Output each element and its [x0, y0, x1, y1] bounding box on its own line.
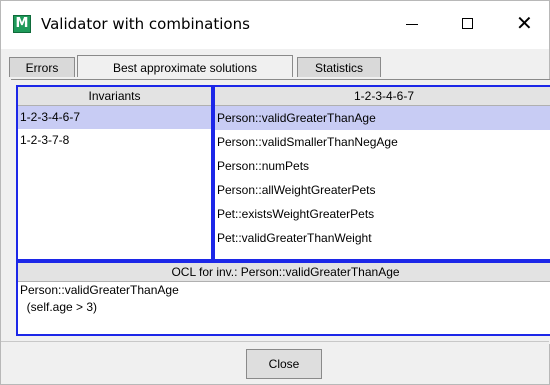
tab-best-approximate-solutions[interactable]: Best approximate solutions — [77, 55, 293, 77]
combination-item[interactable]: Pet::validGreaterThanWeight — [215, 226, 550, 250]
window-close-button[interactable]: ✕ — [501, 9, 547, 41]
maximize-icon — [462, 18, 473, 29]
ocl-line[interactable]: Person::validGreaterThanAge — [18, 282, 550, 299]
tab-errors[interactable]: Errors — [9, 57, 75, 77]
minimize-icon — [406, 24, 418, 25]
invariants-panel: Invariants 1-2-3-4-6-7 1-2-3-7-8 — [16, 85, 213, 261]
invariant-item[interactable]: 1-2-3-7-8 — [18, 129, 211, 152]
combination-header: 1-2-3-4-6-7 — [215, 87, 550, 106]
ocl-line[interactable]: (self.age > 3) — [18, 299, 550, 316]
tab-statistics[interactable]: Statistics — [297, 57, 381, 77]
maximize-button[interactable] — [445, 9, 491, 41]
tab-content: Invariants 1-2-3-4-6-7 1-2-3-7-8 1-2-3-4… — [11, 79, 550, 344]
combination-panel: 1-2-3-4-6-7 Person::validGreaterThanAge … — [213, 85, 550, 261]
combination-item[interactable]: Person::validSmallerThanNegAge — [215, 130, 550, 154]
close-button[interactable]: Close — [246, 349, 322, 379]
combination-item[interactable]: Person::validGreaterThanAge — [215, 106, 550, 130]
validator-window: M Validator with combinations ✕ Errors B… — [0, 0, 550, 385]
app-icon: M — [13, 15, 31, 33]
invariant-item[interactable]: 1-2-3-4-6-7 — [18, 106, 211, 129]
combination-item[interactable]: Person::allWeightGreaterPets — [215, 178, 550, 202]
bottom-divider — [1, 341, 549, 342]
close-icon: ✕ — [516, 11, 533, 35]
combination-item[interactable]: Pet::existsWeightGreaterPets — [215, 202, 550, 226]
invariants-header: Invariants — [18, 87, 211, 106]
minimize-button[interactable] — [389, 9, 435, 41]
ocl-header: OCL for inv.: Person::validGreaterThanAg… — [18, 263, 550, 282]
window-title: Validator with combinations — [41, 15, 250, 33]
combination-item[interactable]: Person::numPets — [215, 154, 550, 178]
title-bar[interactable]: M Validator with combinations ✕ — [1, 1, 549, 49]
ocl-panel: OCL for inv.: Person::validGreaterThanAg… — [16, 261, 550, 336]
